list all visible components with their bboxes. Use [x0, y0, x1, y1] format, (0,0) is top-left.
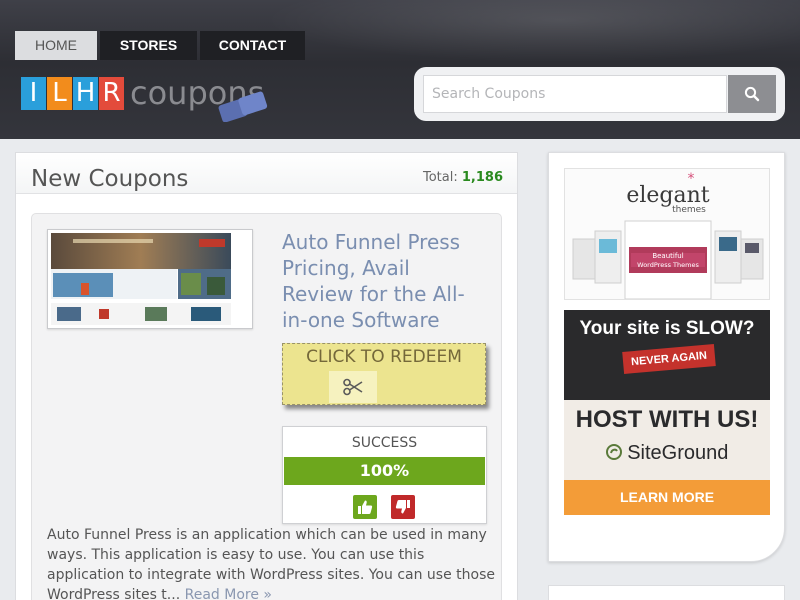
site-header: HOME STORES CONTACT I L H R coupons	[0, 0, 800, 139]
scissors-icon	[329, 371, 377, 403]
learn-more-button[interactable]: LEARN MORE	[564, 480, 770, 515]
sidebar-second-widget	[548, 585, 785, 600]
success-rate-box: SUCCESS 100%	[282, 426, 487, 524]
logo-letter: I	[21, 76, 46, 110]
nav-tab-home[interactable]: HOME	[15, 31, 97, 60]
success-rate-bar: 100%	[284, 457, 485, 485]
search-bar	[414, 67, 785, 121]
main-nav: HOME STORES CONTACT	[15, 31, 305, 60]
coupon-thumbnail[interactable]	[47, 229, 253, 329]
store-screenshot-image	[51, 233, 249, 325]
success-label: SUCCESS	[351, 435, 418, 451]
thumbs-up-icon	[358, 500, 373, 514]
elegant-themes-banner-image: elegant themes * Beautiful WordPress The…	[565, 169, 769, 299]
siteground-logo: SiteGround	[564, 442, 770, 465]
page-title: New Coupons	[31, 166, 189, 192]
thumbs-up-button[interactable]	[353, 495, 377, 519]
coupon-tags-icon	[218, 91, 268, 122]
coupon-card: Auto Funnel Press Pricing, Avail Review …	[31, 213, 502, 600]
nav-tab-stores[interactable]: STORES	[100, 31, 197, 60]
panel-header: New Coupons Total: 1,186	[16, 153, 517, 194]
siteground-headline: Your site is SLOW?	[579, 318, 755, 339]
redeem-label: CLICK TO REDEEM	[306, 347, 462, 367]
siteground-ad[interactable]: Your site is SLOW? NEVER AGAIN HOST WITH…	[564, 310, 770, 515]
total-value: 1,186	[461, 170, 503, 185]
coupon-description: Auto Funnel Press is an application whic…	[47, 525, 497, 600]
nav-tab-contact[interactable]: CONTACT	[200, 31, 305, 60]
thumbs-down-icon	[395, 500, 410, 514]
coupon-title-link[interactable]: Auto Funnel Press Pricing, Avail Review …	[282, 229, 487, 333]
read-more-link[interactable]: Read More »	[185, 587, 272, 600]
siteground-host-text: HOST WITH US!	[575, 406, 759, 433]
siteground-logo-icon	[605, 444, 622, 460]
elegant-brand-sub-text: themes	[672, 205, 706, 215]
search-input[interactable]	[423, 75, 727, 113]
search-icon	[744, 86, 760, 102]
elegant-banner-text-2: WordPress Themes	[637, 261, 699, 269]
thumbs-down-button[interactable]	[391, 495, 415, 519]
main-panel: New Coupons Total: 1,186 Auto Funnel Pre…	[15, 152, 518, 600]
elegant-banner-text: Beautiful	[652, 252, 683, 260]
sidebar: elegant themes * Beautiful WordPress The…	[548, 152, 785, 562]
logo-letter: H	[73, 76, 98, 110]
total-label: Total:	[422, 170, 458, 185]
siteground-brand-text: SiteGround	[627, 442, 729, 464]
logo-letter: L	[47, 76, 72, 110]
logo-letter: R	[99, 76, 124, 110]
elegant-themes-ad[interactable]: elegant themes * Beautiful WordPress The…	[564, 168, 770, 300]
star-icon: *	[688, 171, 695, 187]
click-to-redeem-button[interactable]: CLICK TO REDEEM	[282, 343, 486, 405]
total-count: Total: 1,186	[423, 170, 503, 185]
search-button[interactable]	[728, 75, 776, 113]
